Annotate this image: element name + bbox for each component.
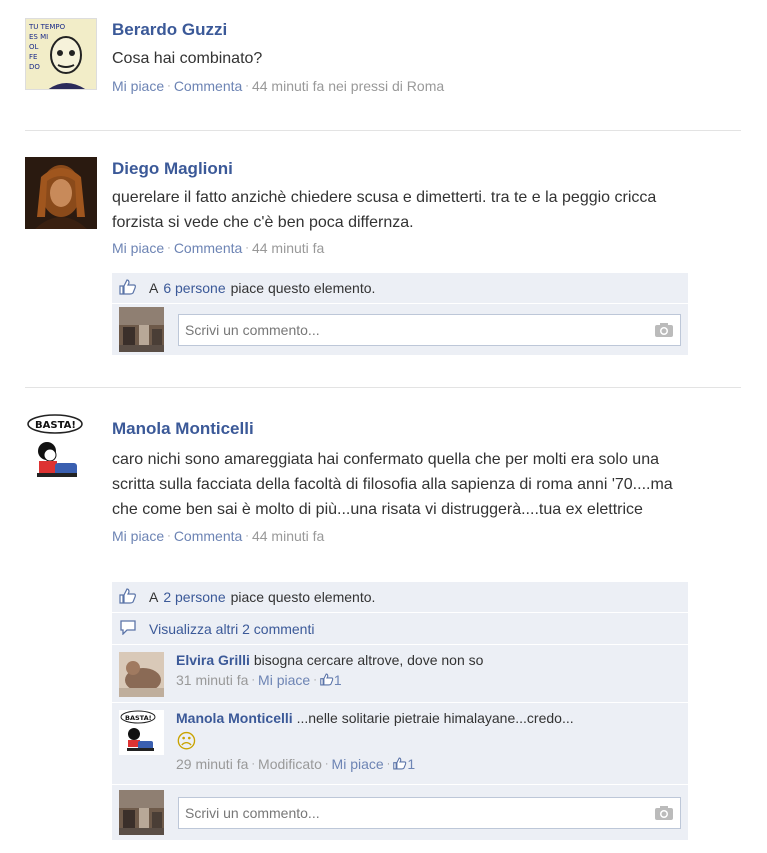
timestamp[interactable]: 44 minuti fa <box>252 240 324 256</box>
camera-icon[interactable] <box>654 805 674 821</box>
post-manola: BASTA! Manola Monticelli caro nichi sono… <box>25 413 741 583</box>
feedback-box: A 2 persone piace questo elemento. Visua… <box>112 582 688 840</box>
view-more-link[interactable]: Visualizza altri 2 commenti <box>149 621 314 637</box>
current-user-avatar <box>119 790 164 835</box>
post-actions: Mi piace · Commenta · 44 minuti fa <box>112 240 325 256</box>
like-link[interactable]: Mi piace <box>112 528 164 544</box>
comment-input-box[interactable] <box>178 313 681 346</box>
feedback-box: A 6 persone piace questo elemento. <box>112 273 688 355</box>
comment-link[interactable]: Commenta <box>174 240 242 256</box>
post-actions: Mi piace · Commenta · 44 minuti fa <box>112 528 325 544</box>
comment-text: ...nelle solitarie pietraie himalayane..… <box>296 710 574 726</box>
divider <box>25 130 741 131</box>
post-text: querelare il fatto anzichè chiedere scus… <box>112 189 657 231</box>
post-text: caro nichi sono amareggiata hai conferma… <box>112 451 673 518</box>
divider <box>25 387 741 388</box>
comment-author[interactable]: Manola Monticelli <box>176 710 293 726</box>
camera-icon[interactable] <box>654 322 674 338</box>
comment-avatar[interactable] <box>119 652 164 697</box>
comment-time[interactable]: 31 minuti fa <box>176 672 248 688</box>
svg-text:FE: FE <box>29 53 37 61</box>
post-berardo: TU TEMPO ES MI OL FE DO Berardo Guzzi Co… <box>25 18 741 108</box>
frown-emoticon: ☹ <box>176 731 197 753</box>
comment-input[interactable] <box>185 804 654 821</box>
like-link[interactable]: Mi piace <box>112 240 164 256</box>
comment-input-box[interactable] <box>178 796 681 829</box>
view-more-comments[interactable]: Visualizza altri 2 commenti <box>112 612 688 644</box>
svg-text:ES MI: ES MI <box>29 33 48 41</box>
likes-summary: A 2 persone piace questo elemento. <box>112 582 688 612</box>
post-actions: Mi piace · Commenta · 44 minuti fa nei press… <box>112 78 445 94</box>
comment-like-count[interactable]: 1 <box>320 672 342 688</box>
comment-link[interactable]: Commenta <box>174 528 242 544</box>
edited-label[interactable]: Modificato <box>258 756 322 772</box>
thumbs-up-icon <box>119 587 137 607</box>
thumbs-up-icon <box>119 278 137 298</box>
like-link[interactable]: Mi piace <box>112 78 164 94</box>
avatar[interactable] <box>25 157 97 229</box>
comment-like-count[interactable]: 1 <box>393 756 415 772</box>
author-name[interactable]: Berardo Guzzi <box>112 20 741 40</box>
comment-like-link[interactable]: Mi piace <box>258 672 310 688</box>
svg-text:BASTA!: BASTA! <box>35 420 76 431</box>
avatar[interactable]: BASTA! <box>25 413 97 485</box>
comment-composer <box>112 303 688 355</box>
thumbs-up-icon <box>320 672 334 690</box>
comment-item: BASTA! Manola Monticelli ...nelle solita… <box>112 702 688 784</box>
comment-text: bisogna cercare altrove, dove non so <box>253 652 484 668</box>
svg-text:OL: OL <box>29 43 39 51</box>
timestamp[interactable]: 44 minuti fa <box>252 528 324 544</box>
thumbs-up-icon <box>393 756 407 774</box>
author-name[interactable]: Diego Maglioni <box>112 159 741 179</box>
svg-text:DO: DO <box>29 63 40 71</box>
comment-input[interactable] <box>185 321 654 338</box>
comment-bubble-icon <box>119 619 137 638</box>
svg-text:BASTA!: BASTA! <box>125 714 152 722</box>
svg-text:TU TEMPO: TU TEMPO <box>28 23 66 31</box>
author-name[interactable]: Manola Monticelli <box>112 419 741 439</box>
likes-prefix: A <box>149 280 159 296</box>
comment-item: Elvira Grilli bisogna cercare altrove, d… <box>112 644 688 702</box>
avatar[interactable]: TU TEMPO ES MI OL FE DO <box>25 18 97 90</box>
likes-suffix: piace questo elemento. <box>230 589 376 605</box>
comment-like-link[interactable]: Mi piace <box>332 756 384 772</box>
likes-prefix: A <box>149 589 159 605</box>
likes-people-link[interactable]: 2 persone <box>163 589 225 605</box>
current-user-avatar <box>119 307 164 352</box>
likes-summary: A 6 persone piace questo elemento. <box>112 273 688 303</box>
comment-time[interactable]: 29 minuti fa <box>176 756 248 772</box>
comment-avatar[interactable]: BASTA! <box>119 710 164 755</box>
comment-author[interactable]: Elvira Grilli <box>176 652 250 668</box>
comment-link[interactable]: Commenta <box>174 78 242 94</box>
post-text: Cosa hai combinato? <box>112 50 263 67</box>
timestamp[interactable]: 44 minuti fa nei pressi di Roma <box>252 78 444 94</box>
likes-suffix: piace questo elemento. <box>230 280 376 296</box>
comment-composer <box>112 784 688 840</box>
likes-people-link[interactable]: 6 persone <box>163 280 225 296</box>
